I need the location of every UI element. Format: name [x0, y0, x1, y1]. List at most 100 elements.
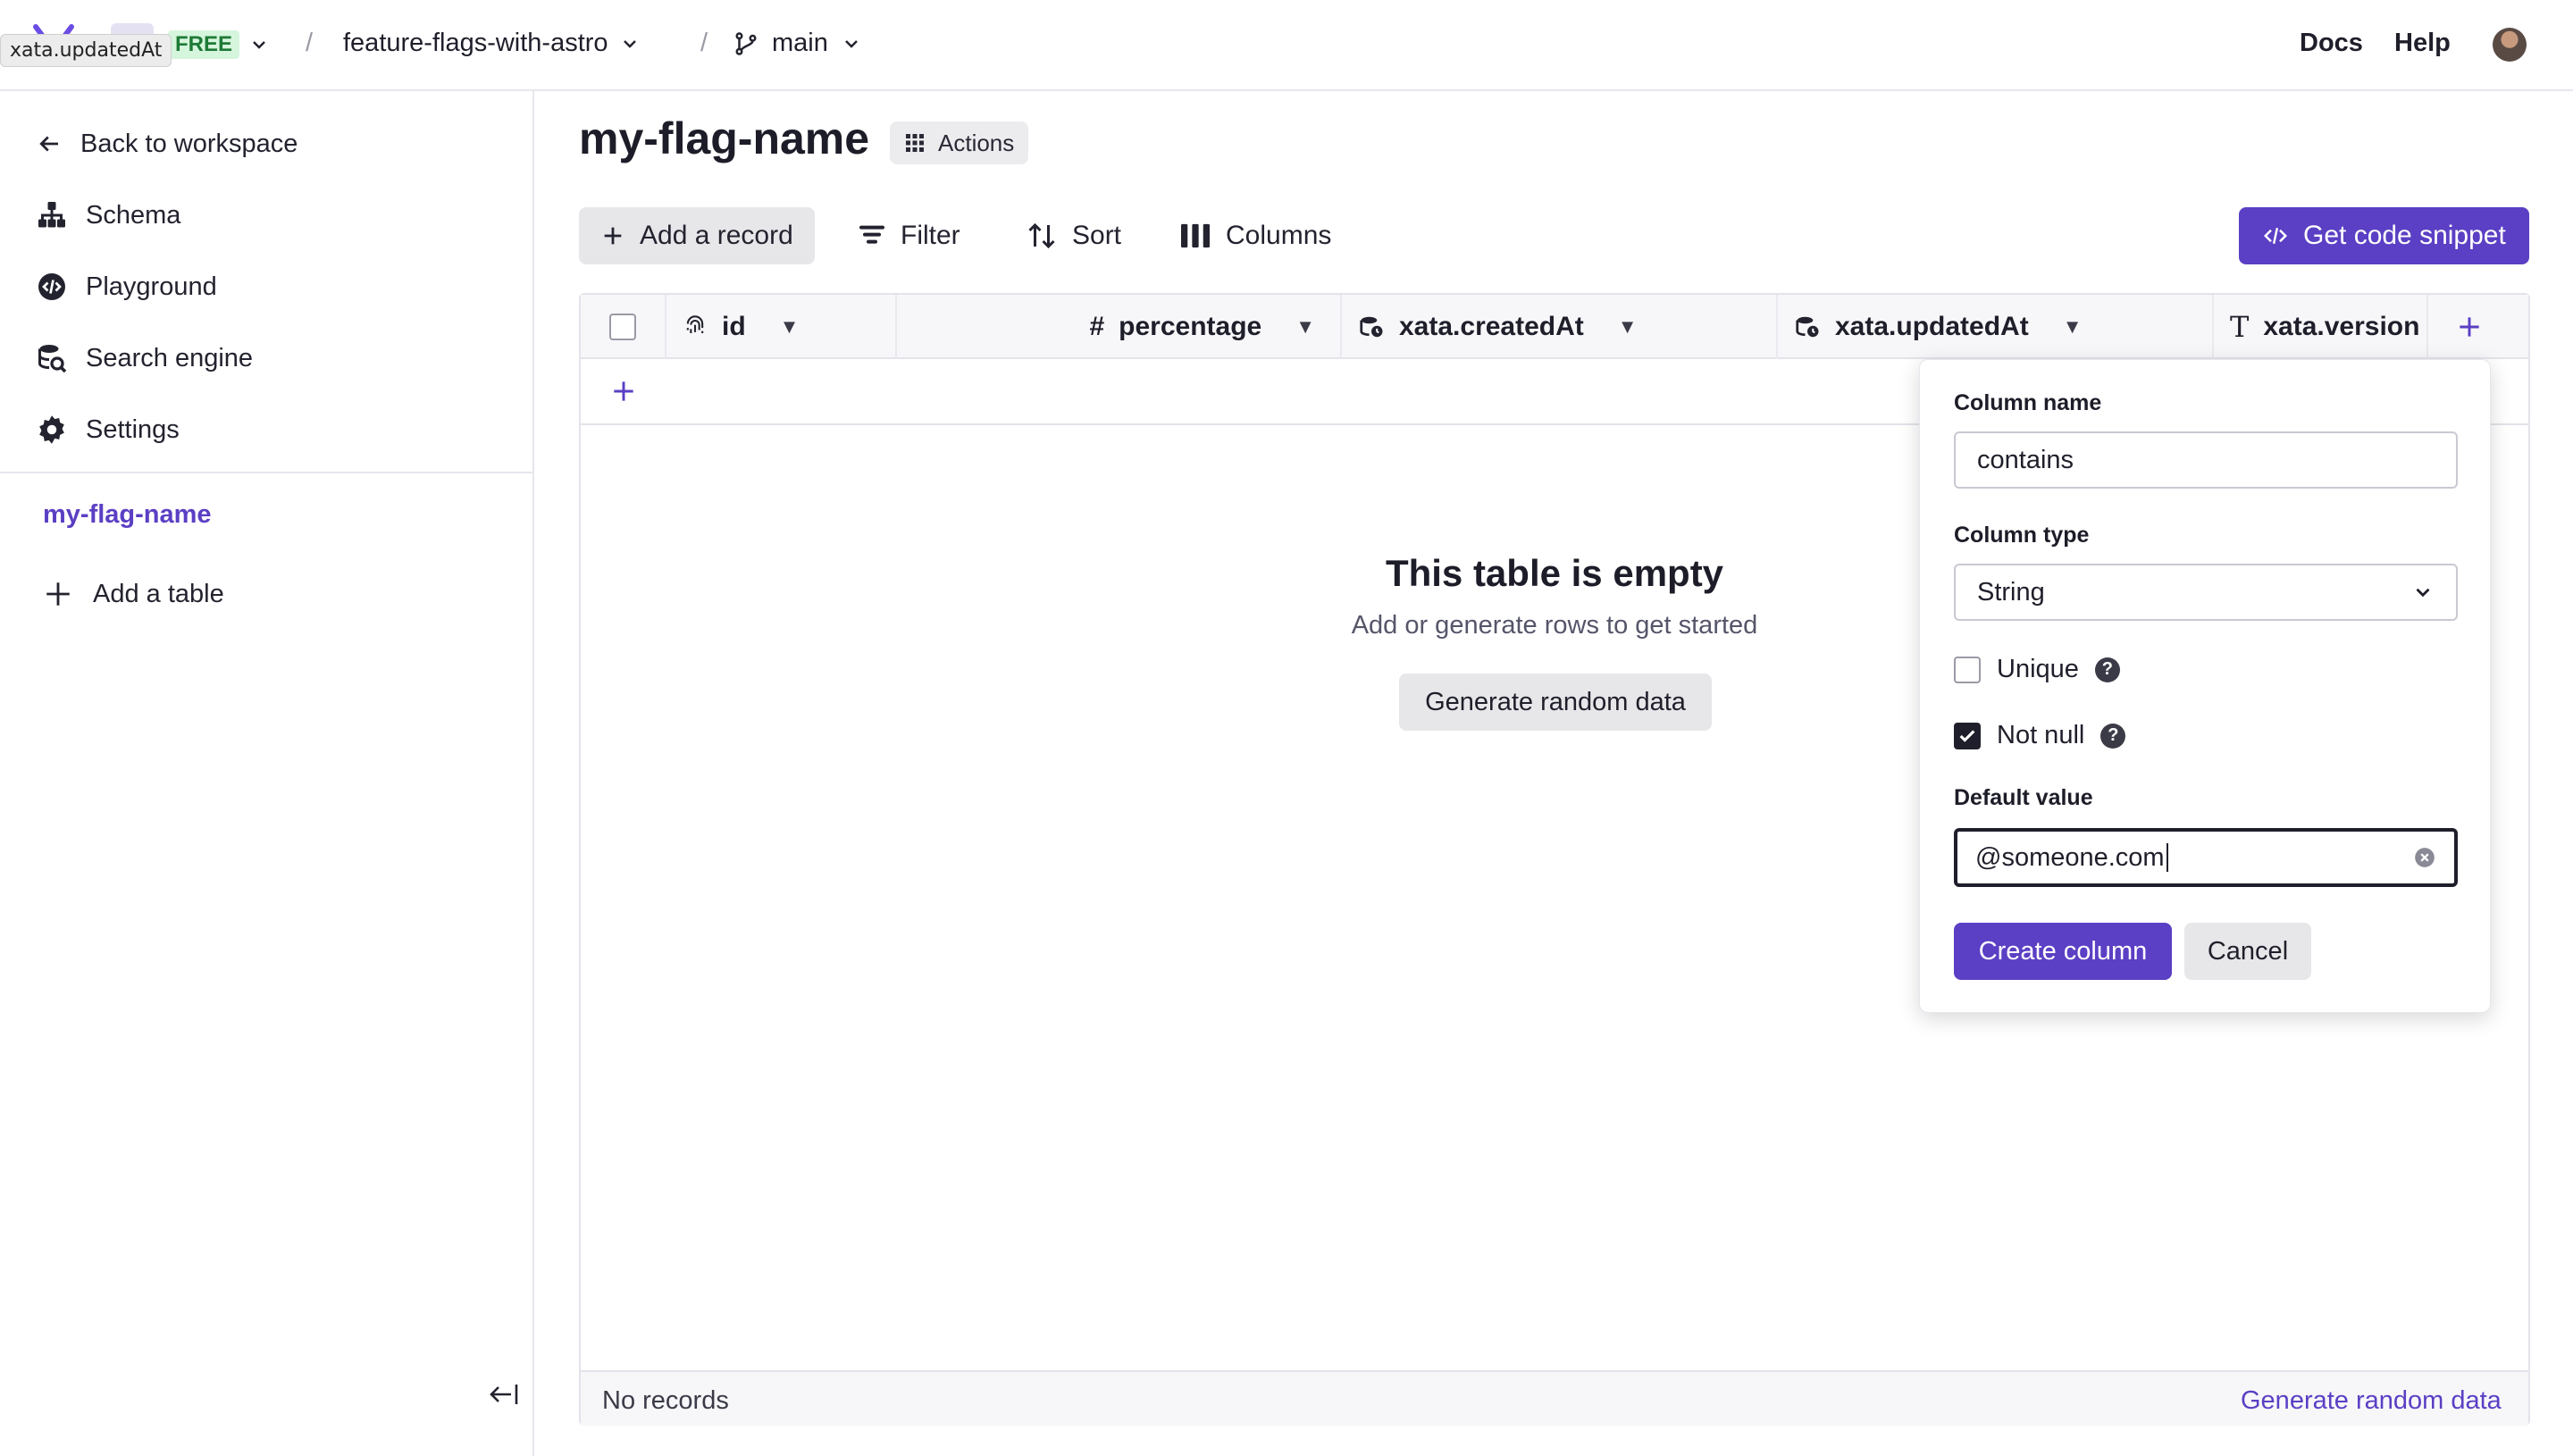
column-type-select[interactable]: String [1954, 564, 2458, 621]
select-all-cell [581, 295, 666, 359]
fingerprint-icon [686, 315, 704, 333]
schema-icon [38, 202, 65, 228]
checkmark-icon [1959, 729, 1975, 742]
add-table-button[interactable]: Add a table [43, 567, 224, 621]
sidebar-table-my-flag-name[interactable]: my-flag-name [43, 500, 212, 530]
columns-label: Columns [1226, 221, 1332, 250]
column-name-input[interactable]: contains [1954, 431, 2458, 489]
add-row-plus-icon[interactable] [609, 377, 638, 410]
add-table-label: Add a table [93, 579, 224, 608]
add-record-button[interactable]: Add a record [579, 207, 815, 264]
unique-label: Unique [1997, 655, 2079, 683]
unique-checkbox[interactable] [1954, 656, 1981, 683]
not-null-label: Not null [1997, 721, 2085, 749]
caret-down-icon[interactable]: ▼ [1295, 315, 1315, 339]
branch-icon [735, 31, 757, 55]
records-status: No records [602, 1386, 729, 1415]
column-header-label: id [722, 312, 746, 341]
caret-down-icon[interactable]: ▼ [780, 315, 800, 339]
arrow-left-icon [39, 136, 58, 152]
columns-button[interactable]: Columns [1158, 207, 1353, 264]
clear-input-icon[interactable] [2413, 846, 2436, 869]
back-to-workspace-label: Back to workspace [80, 129, 298, 158]
column-header-label: xata.updatedAt [1835, 312, 2029, 341]
sidebar-item-playground[interactable]: Playground [36, 260, 217, 314]
column-header-label: xata.createdAt [1399, 312, 1584, 341]
column-header-xata-updatedat[interactable]: xata.updatedAt ▼ [1778, 295, 2214, 359]
sidebar-item-label: Playground [86, 272, 217, 301]
default-value-input[interactable]: @someone.com [1954, 828, 2458, 887]
gear-icon [39, 415, 64, 444]
columns-icon [1181, 223, 1210, 248]
not-null-option: Not null ? [1954, 721, 2126, 750]
actions-label: Actions [938, 129, 1015, 156]
sidebar-item-label: Settings [86, 414, 180, 444]
user-avatar[interactable] [2493, 28, 2527, 62]
top-bar: FREE xata.updatedAt / feature-flags-with… [0, 0, 2573, 91]
sort-icon [1028, 222, 1055, 249]
sidebar-item-label: Search engine [86, 343, 254, 372]
column-header-xata-version[interactable]: T xata.version [2214, 295, 2428, 359]
sidebar-item-label: Schema [86, 200, 181, 230]
filter-button[interactable]: Filter [836, 207, 982, 264]
help-icon[interactable]: ? [2094, 657, 2120, 682]
grid-icon [906, 134, 924, 152]
database-name: feature-flags-with-astro [343, 29, 608, 57]
not-null-checkbox[interactable] [1954, 722, 1981, 749]
add-column-popover: Column name contains Column type String … [1919, 359, 2491, 1013]
chevron-down-icon [2416, 588, 2430, 598]
column-type-value: String [1977, 577, 2045, 607]
hash-icon: # [1089, 312, 1105, 341]
unique-option: Unique ? [1954, 655, 2120, 684]
cancel-button[interactable]: Cancel [2184, 923, 2311, 980]
collapse-sidebar-icon[interactable] [490, 1381, 520, 1412]
add-record-label: Add a record [640, 221, 793, 250]
generate-random-data-button[interactable]: Generate random data [1399, 674, 1712, 731]
help-link[interactable]: Help [2394, 29, 2451, 58]
column-header-label: xata.version [2263, 312, 2420, 341]
text-cursor [2166, 843, 2168, 872]
branch-name: main [772, 29, 828, 57]
empty-state-subtitle: Add or generate rows to get started [1351, 611, 1758, 640]
actions-button[interactable]: Actions [890, 121, 1029, 164]
get-code-snippet-button[interactable]: Get code snippet [2239, 207, 2529, 264]
sidebar-divider [0, 472, 532, 473]
sidebar-item-schema[interactable]: Schema [36, 188, 180, 242]
column-header-id[interactable]: id ▼ [666, 295, 897, 359]
sidebar-item-search-engine[interactable]: Search engine [36, 331, 253, 385]
column-header-label: percentage [1119, 312, 1262, 341]
code-snippet-label: Get code snippet [2303, 221, 2506, 250]
sort-label: Sort [1072, 221, 1122, 250]
sidebar: Back to workspace Schema Playground Sear… [0, 91, 534, 1456]
add-column-plus-icon[interactable] [2455, 313, 2484, 346]
column-header-xata-createdat[interactable]: xata.createdAt ▼ [1342, 295, 1778, 359]
footer-generate-random-data-link[interactable]: Generate random data [2241, 1386, 2502, 1416]
docs-link[interactable]: Docs [2300, 29, 2363, 58]
workspace-chevron-down-icon[interactable] [248, 34, 270, 55]
page-title: my-flag-name [579, 113, 870, 163]
datetime-icon [1796, 316, 1819, 338]
plus-icon [46, 582, 70, 606]
database-selector[interactable]: feature-flags-with-astro [343, 29, 641, 58]
column-header-percentage[interactable]: # percentage ▼ [897, 295, 1342, 359]
code-icon [2263, 227, 2288, 245]
column-tooltip: xata.updatedAt [0, 34, 172, 67]
back-to-workspace-link[interactable]: Back to workspace [36, 117, 298, 171]
default-value-label: Default value [1954, 785, 2093, 810]
plan-badge: FREE [168, 30, 240, 59]
breadcrumb-separator: / [700, 29, 708, 57]
text-icon: T [2230, 310, 2250, 344]
default-value-text: @someone.com [1975, 843, 2168, 873]
help-icon[interactable]: ? [2100, 723, 2126, 749]
sort-button[interactable]: Sort [1004, 207, 1143, 264]
chevron-down-icon [844, 39, 858, 48]
table-footer: No records Generate random data [581, 1370, 2528, 1426]
caret-down-icon[interactable]: ▼ [2063, 315, 2083, 339]
caret-down-icon[interactable]: ▼ [1618, 315, 1638, 339]
select-all-checkbox[interactable] [609, 314, 636, 340]
table-header: id ▼ # percentage ▼ xata.createdAt ▼ xat… [581, 295, 2528, 359]
sidebar-item-settings[interactable]: Settings [36, 403, 180, 456]
branch-selector[interactable]: main [733, 29, 862, 58]
create-column-button[interactable]: Create column [1954, 923, 2172, 980]
filter-icon [859, 225, 884, 244]
